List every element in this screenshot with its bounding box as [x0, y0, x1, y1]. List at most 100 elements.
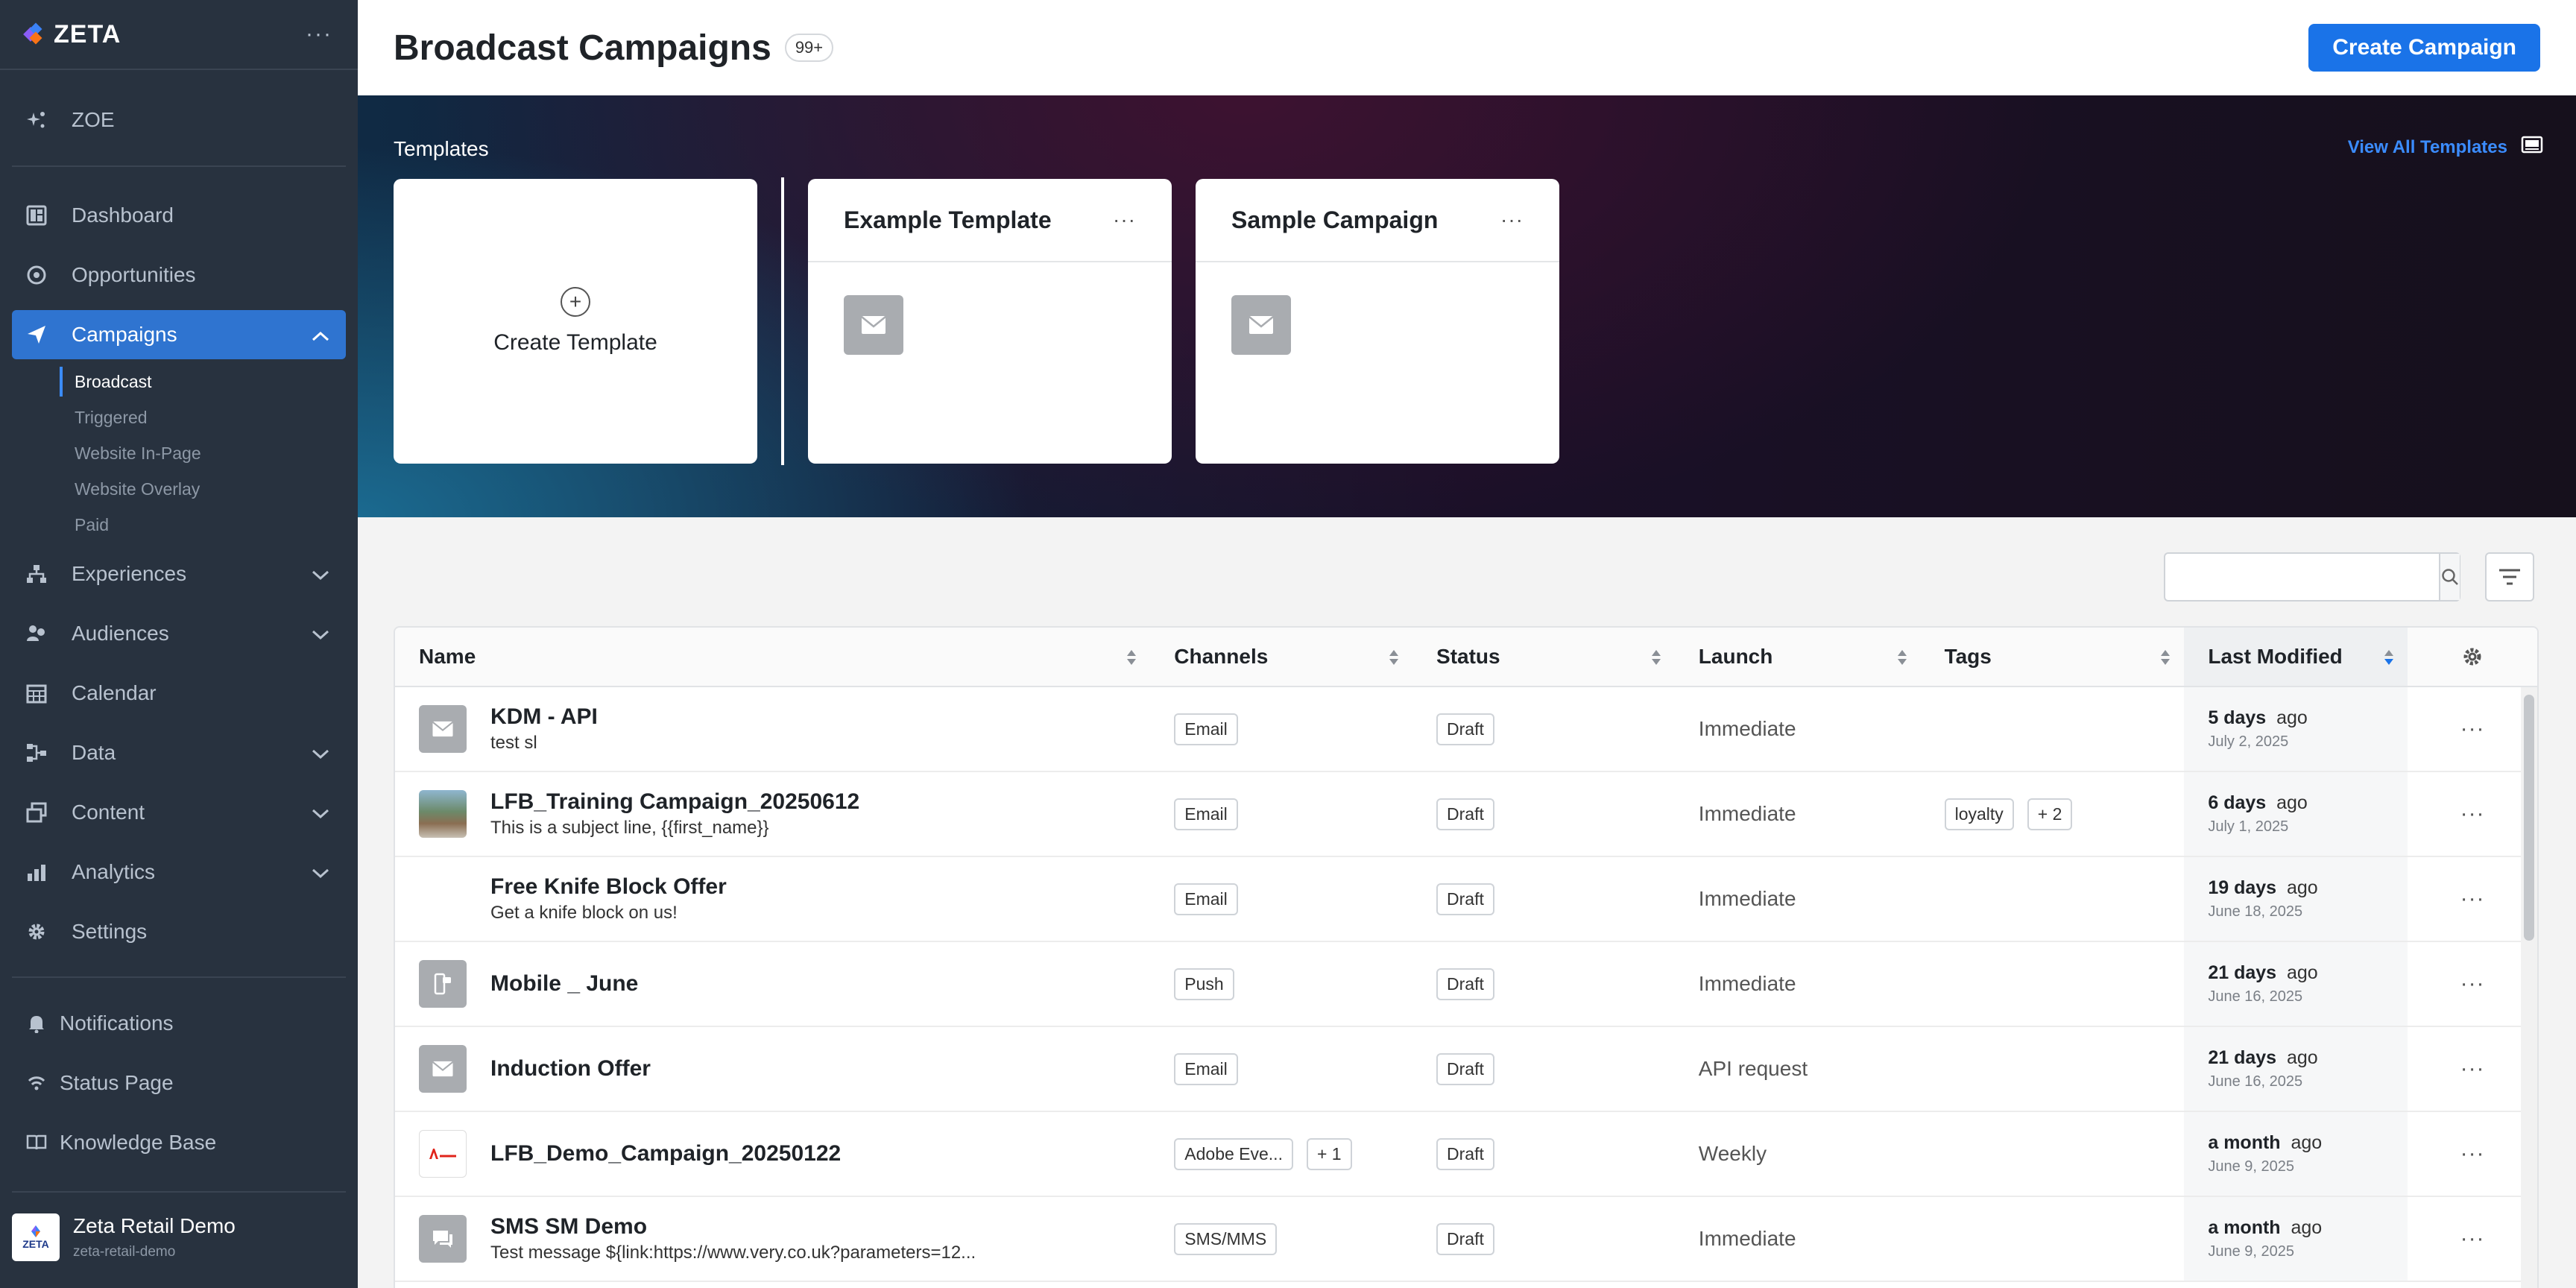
- email-icon: [419, 705, 467, 753]
- row-menu-icon[interactable]: ···: [2460, 971, 2485, 997]
- sidebar-item-campaigns[interactable]: Campaigns: [12, 310, 346, 359]
- table-header: Name Channels Status Launch Tags Last Mo…: [395, 628, 2537, 687]
- sidebar-item-opportunities[interactable]: Opportunities: [12, 250, 346, 300]
- table-row[interactable]: LFB_Training Campaign_20250612 This is a …: [395, 772, 2537, 857]
- scrollbar-thumb[interactable]: [2524, 695, 2534, 941]
- sidebar: ZETA ··· ZOE Dashboard Opportunities Cam…: [0, 0, 358, 1288]
- table-row[interactable]: Mobile _ June Push Draft Immediate 21 da…: [395, 942, 2537, 1027]
- filter-icon: [2499, 569, 2520, 585]
- cell-last-modified: 21 days ago June 16, 2025: [2184, 1027, 2408, 1111]
- tag-chip[interactable]: loyalty: [1944, 798, 2014, 830]
- more-tags-chip[interactable]: + 2: [2027, 798, 2073, 830]
- row-menu-icon[interactable]: ···: [2460, 1056, 2485, 1082]
- column-header-status[interactable]: Status: [1412, 628, 1675, 686]
- status-badge: Draft: [1436, 713, 1494, 745]
- chevron-down-icon[interactable]: [312, 801, 329, 824]
- cell-status: Draft: [1412, 857, 1675, 941]
- modified-suffix: ago: [2291, 1132, 2323, 1153]
- sidebar-subitem-broadcast[interactable]: Broadcast: [60, 367, 152, 397]
- sidebar-item-experiences[interactable]: Experiences: [12, 549, 346, 599]
- sidebar-item-status-page[interactable]: Status Page: [12, 1058, 346, 1108]
- status-badge: Draft: [1436, 1222, 1494, 1255]
- row-menu-icon[interactable]: ···: [2460, 1226, 2485, 1251]
- row-menu-icon[interactable]: ···: [2460, 801, 2485, 827]
- cell-actions: ···: [2408, 1027, 2537, 1111]
- campaign-name[interactable]: Mobile _ June: [490, 971, 638, 997]
- more-options-icon[interactable]: ···: [1500, 208, 1524, 232]
- column-label: Tags: [1944, 645, 1992, 668]
- status-badge: Draft: [1436, 1137, 1494, 1170]
- chevron-down-icon[interactable]: [312, 860, 329, 884]
- template-card[interactable]: Sample Campaign ···: [1196, 179, 1559, 464]
- table-row[interactable]: Induction Offer Email Draft API request …: [395, 1027, 2537, 1112]
- modified-suffix: ago: [2287, 1047, 2318, 1068]
- column-settings-button[interactable]: [2408, 628, 2537, 686]
- sidebar-more-icon[interactable]: ···: [306, 22, 332, 47]
- campaign-name[interactable]: KDM - API: [490, 704, 598, 730]
- more-options-icon[interactable]: ···: [1113, 208, 1136, 232]
- sidebar-item-zoe[interactable]: ZOE: [12, 95, 346, 145]
- campaign-subject: test sl: [490, 733, 537, 753]
- column-header-launch[interactable]: Launch: [1675, 628, 1921, 686]
- divider: [12, 1191, 346, 1193]
- campaign-name[interactable]: LFB_Demo_Campaign_20250122: [490, 1141, 841, 1167]
- more-channels-chip[interactable]: + 1: [1306, 1137, 1352, 1170]
- sidebar-item-label: Campaigns: [72, 323, 177, 346]
- sidebar-item-analytics[interactable]: Analytics: [12, 847, 346, 897]
- row-menu-icon[interactable]: ···: [2460, 716, 2485, 742]
- sidebar-item-calendar[interactable]: Calendar: [12, 669, 346, 718]
- column-header-channels[interactable]: Channels: [1150, 628, 1412, 686]
- zeta-logo[interactable]: ZETA: [23, 20, 121, 49]
- row-menu-icon[interactable]: ···: [2460, 886, 2485, 912]
- table-row[interactable]: Free Knife Block Offer Get a knife block …: [395, 857, 2537, 942]
- sidebar-item-content[interactable]: Content: [12, 788, 346, 837]
- create-template-card[interactable]: + Create Template: [394, 179, 757, 464]
- sidebar-item-knowledge-base[interactable]: Knowledge Base: [12, 1118, 346, 1167]
- campaign-name[interactable]: Induction Offer: [490, 1056, 651, 1082]
- target-icon: [25, 264, 48, 286]
- column-header-name[interactable]: Name: [395, 628, 1150, 686]
- table-scrollbar[interactable]: [2521, 687, 2537, 1288]
- campaign-name[interactable]: SMS SM Demo: [490, 1214, 976, 1240]
- account-switcher[interactable]: ZETA Zeta Retail Demo zeta-retail-demo: [12, 1213, 236, 1261]
- filter-button[interactable]: [2485, 552, 2534, 602]
- table-row[interactable]: KDM - API test sl Email Draft Immediate 5…: [395, 687, 2537, 772]
- search-input[interactable]: [2165, 554, 2439, 600]
- status-badge: Draft: [1436, 967, 1494, 1000]
- chevron-up-icon[interactable]: [312, 323, 329, 347]
- modified-date: June 18, 2025: [2208, 903, 2303, 920]
- cell-tags: [1921, 1112, 2185, 1196]
- campaign-name[interactable]: LFB_Training Campaign_20250612: [490, 789, 859, 815]
- chevron-down-icon[interactable]: [312, 562, 329, 586]
- table-row[interactable]: LFB_Demo_Campaign_20250122 Adobe Eve... +…: [395, 1112, 2537, 1197]
- cell-status: Draft: [1412, 772, 1675, 856]
- gallery-icon[interactable]: [2521, 136, 2543, 155]
- row-menu-icon[interactable]: ···: [2460, 1141, 2485, 1167]
- template-card[interactable]: Example Template ···: [808, 179, 1172, 464]
- sidebar-item-settings[interactable]: Settings: [12, 907, 346, 956]
- chevron-down-icon[interactable]: [312, 741, 329, 765]
- view-all-templates-link[interactable]: View All Templates: [2348, 137, 2507, 158]
- sidebar-item-notifications[interactable]: Notifications: [12, 999, 346, 1048]
- sidebar-item-dashboard[interactable]: Dashboard: [12, 191, 346, 240]
- sidebar-subitem-website-in-page[interactable]: Website In-Page: [60, 438, 201, 468]
- email-icon: [419, 1045, 467, 1093]
- sidebar-item-data[interactable]: Data: [12, 728, 346, 777]
- cell-status: Draft: [1412, 942, 1675, 1026]
- chevron-down-icon[interactable]: [312, 622, 329, 645]
- sidebar-item-audiences[interactable]: Audiences: [12, 609, 346, 658]
- create-campaign-button[interactable]: Create Campaign: [2308, 24, 2540, 72]
- cell-name: KDM - API test sl: [395, 687, 1150, 771]
- search-icon: [2442, 569, 2458, 585]
- sidebar-subitem-triggered[interactable]: Triggered: [60, 402, 148, 432]
- column-header-last-modified[interactable]: Last Modified: [2184, 628, 2408, 686]
- table-row[interactable]: SMS SM Demo Test message ${link:https://w…: [395, 1197, 2537, 1282]
- search-button[interactable]: [2439, 554, 2460, 600]
- cell-launch: Immediate: [1698, 887, 1796, 910]
- sidebar-subitem-website-overlay[interactable]: Website Overlay: [60, 474, 200, 504]
- signal-icon: [25, 1072, 48, 1094]
- sidebar-subitem-paid[interactable]: Paid: [60, 510, 109, 540]
- column-header-tags[interactable]: Tags: [1921, 628, 2185, 686]
- campaign-name[interactable]: Free Knife Block Offer: [490, 874, 727, 900]
- sidebar-item-label: Notifications: [60, 1011, 174, 1035]
